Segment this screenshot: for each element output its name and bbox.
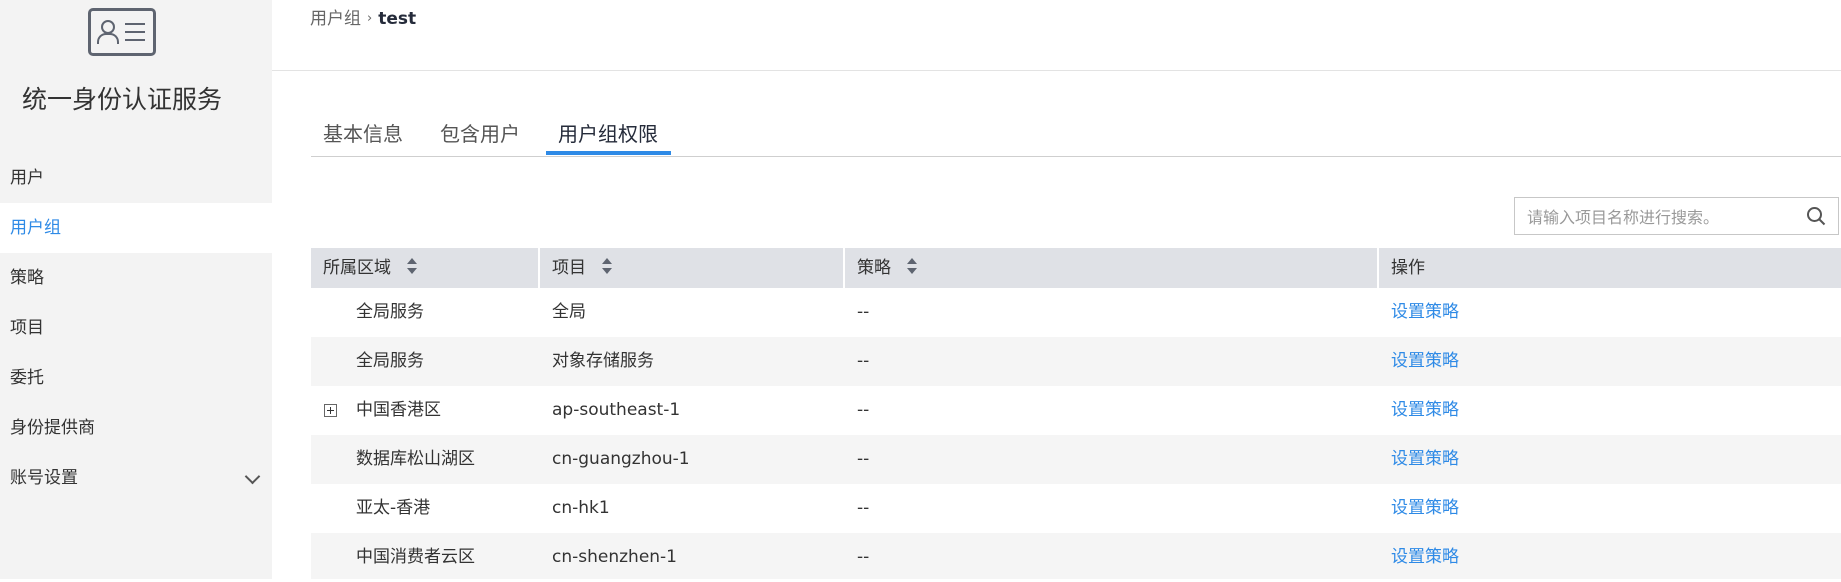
sidebar-item-account-settings[interactable]: 账号设置 bbox=[0, 453, 272, 503]
sidebar-item-user-groups[interactable]: 用户组 bbox=[0, 203, 272, 253]
column-header-region[interactable]: 所属区域 bbox=[323, 248, 417, 288]
cell-region: 数据库松山湖区 bbox=[356, 449, 475, 469]
sidebar-item-agencies[interactable]: 委托 bbox=[0, 353, 272, 403]
search-input[interactable] bbox=[1515, 198, 1799, 236]
cell-policy: -- bbox=[857, 449, 870, 469]
column-header-policy[interactable]: 策略 bbox=[857, 248, 917, 288]
sort-icon[interactable] bbox=[602, 258, 612, 274]
search-icon[interactable] bbox=[1806, 206, 1826, 226]
cell-project: cn-shenzhen-1 bbox=[552, 547, 678, 567]
cell-policy: -- bbox=[857, 547, 870, 567]
tab-baseline bbox=[311, 156, 1841, 157]
sidebar-item-identity-providers[interactable]: 身份提供商 bbox=[0, 403, 272, 453]
set-policy-link[interactable]: 设置策略 bbox=[1391, 337, 1459, 386]
column-divider bbox=[538, 248, 540, 288]
table-row: 全局服务 全局 -- 设置策略 bbox=[311, 288, 1841, 337]
expand-row-icon[interactable] bbox=[324, 404, 337, 417]
cell-region: 中国消费者云区 bbox=[356, 547, 475, 567]
chevron-down-icon bbox=[244, 468, 261, 485]
cell-project: 全局 bbox=[552, 302, 586, 322]
set-policy-link[interactable]: 设置策略 bbox=[1391, 288, 1459, 337]
set-policy-link[interactable]: 设置策略 bbox=[1391, 484, 1459, 533]
cell-region: 全局服务 bbox=[356, 302, 424, 322]
cell-region: 全局服务 bbox=[356, 351, 424, 371]
header-divider bbox=[272, 70, 1841, 71]
table-row: 全局服务 对象存储服务 -- 设置策略 bbox=[311, 337, 1841, 386]
column-label: 策略 bbox=[857, 258, 891, 278]
table-header: 所属区域 项目 策略 操作 bbox=[311, 248, 1841, 288]
cell-policy: -- bbox=[857, 302, 870, 322]
breadcrumb-parent[interactable]: 用户组 bbox=[310, 9, 361, 29]
sort-icon[interactable] bbox=[907, 258, 917, 274]
set-policy-link[interactable]: 设置策略 bbox=[1391, 533, 1459, 582]
column-label: 项目 bbox=[552, 258, 586, 278]
tab-members[interactable]: 包含用户 bbox=[440, 118, 520, 147]
chevron-right-icon: › bbox=[367, 11, 373, 26]
sort-icon[interactable] bbox=[407, 258, 417, 274]
tab-group-permissions[interactable]: 用户组权限 bbox=[558, 118, 658, 147]
sidebar: 统一身份认证服务 用户 用户组 策略 项目 委托 身份提供商 账号设置 bbox=[0, 0, 272, 579]
column-header-project[interactable]: 项目 bbox=[552, 248, 612, 288]
active-tab-indicator bbox=[546, 151, 671, 155]
cell-project: cn-guangzhou-1 bbox=[552, 449, 690, 469]
sidebar-item-projects[interactable]: 项目 bbox=[0, 303, 272, 353]
cell-project: ap-southeast-1 bbox=[552, 400, 681, 420]
cell-policy: -- bbox=[857, 498, 870, 518]
cell-region: 亚太-香港 bbox=[356, 498, 431, 518]
table-row: 中国消费者云区 cn-shenzhen-1 -- 设置策略 bbox=[311, 533, 1841, 579]
table-row: 中国香港区 ap-southeast-1 -- 设置策略 bbox=[311, 386, 1841, 435]
breadcrumb: 用户组 › test bbox=[310, 4, 416, 29]
table-row: 数据库松山湖区 cn-guangzhou-1 -- 设置策略 bbox=[311, 435, 1841, 484]
breadcrumb-current: test bbox=[378, 9, 417, 29]
set-policy-link[interactable]: 设置策略 bbox=[1391, 386, 1459, 435]
sidebar-item-label: 账号设置 bbox=[10, 468, 78, 488]
cell-policy: -- bbox=[857, 351, 870, 371]
cell-project: 对象存储服务 bbox=[552, 351, 654, 371]
column-label: 所属区域 bbox=[323, 258, 391, 278]
column-header-action: 操作 bbox=[1391, 258, 1425, 278]
cell-policy: -- bbox=[857, 400, 870, 420]
cell-region: 中国香港区 bbox=[356, 400, 441, 420]
column-divider bbox=[1377, 248, 1379, 288]
sidebar-item-policies[interactable]: 策略 bbox=[0, 253, 272, 303]
service-title: 统一身份认证服务 bbox=[22, 85, 223, 114]
cell-project: cn-hk1 bbox=[552, 498, 610, 518]
id-card-icon bbox=[88, 8, 156, 56]
table-row: 亚太-香港 cn-hk1 -- 设置策略 bbox=[311, 484, 1841, 533]
column-divider bbox=[843, 248, 845, 288]
sidebar-item-users[interactable]: 用户 bbox=[0, 153, 272, 203]
set-policy-link[interactable]: 设置策略 bbox=[1391, 435, 1459, 484]
tab-basic-info[interactable]: 基本信息 bbox=[323, 118, 403, 147]
search-box bbox=[1514, 197, 1839, 236]
